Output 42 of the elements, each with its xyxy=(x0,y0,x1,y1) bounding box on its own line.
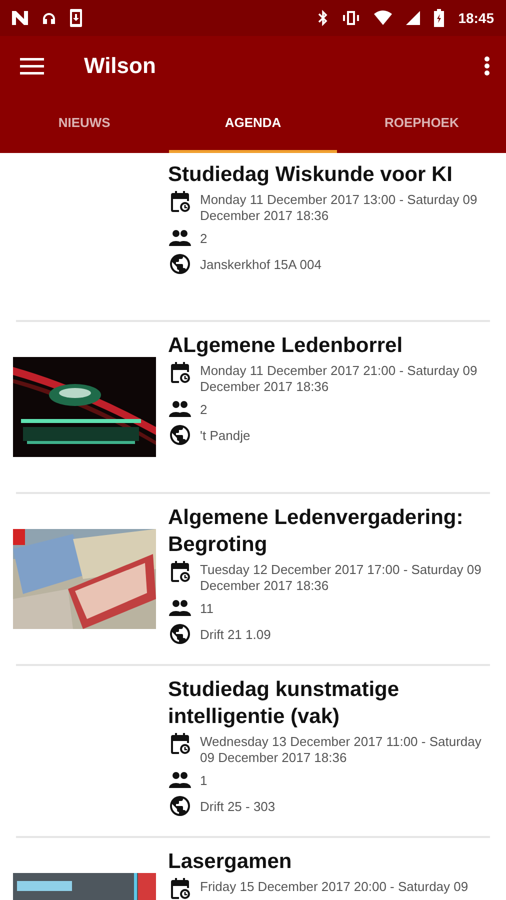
tab[interactable]: NIEUWS xyxy=(0,95,169,153)
event-location: Drift 21 1.09 xyxy=(200,626,271,643)
signal-icon xyxy=(406,11,420,25)
attendee-count: 1 xyxy=(200,772,208,789)
download-icon xyxy=(70,9,82,27)
menu-icon[interactable] xyxy=(20,56,44,74)
tab[interactable]: ROEPHOEK xyxy=(337,95,506,153)
event-date: Monday 11 December 2017 13:00 - Saturday 09 December 2017 18:36 xyxy=(200,191,478,224)
attendee-count: 2 xyxy=(200,401,208,418)
calendar-clock-icon xyxy=(168,190,192,214)
app-title: Wilson xyxy=(84,52,157,78)
calendar-clock-icon xyxy=(168,560,192,584)
vibrate-icon xyxy=(342,10,360,26)
attendee-count: 11 xyxy=(200,600,214,617)
event-location: Drift 25 - 303 xyxy=(200,798,276,815)
calendar-clock-icon xyxy=(168,361,192,385)
event-date: Monday 11 December 2017 21:00 - Saturday 09 December 2017 18:36 xyxy=(200,362,478,395)
globe-icon xyxy=(168,252,192,276)
tab[interactable]: AGENDA xyxy=(168,95,338,153)
event-title[interactable]: Studiedag kunstmatige intelligentie (vak) xyxy=(168,676,490,730)
calendar-clock-icon xyxy=(168,732,192,756)
clock-time: 18:45 xyxy=(458,10,494,26)
event-title[interactable]: Lasergamen xyxy=(168,848,490,875)
globe-icon xyxy=(168,622,192,646)
more-options-icon[interactable] xyxy=(484,56,490,76)
globe-icon xyxy=(168,794,192,818)
attendee-count: 2 xyxy=(200,230,208,247)
event-title[interactable]: ALgemene Ledenborrel xyxy=(168,332,490,359)
calendar-clock-icon xyxy=(168,877,192,900)
battery-icon xyxy=(434,9,444,27)
bluetooth-icon xyxy=(318,10,328,26)
headphones-icon xyxy=(42,11,56,25)
globe-icon xyxy=(168,423,192,447)
event-location: 't Pandje xyxy=(200,427,250,444)
event-location: Janskerkhof 15A 004 xyxy=(200,256,322,273)
event-date: Wednesday 13 December 2017 11:00 - Saturday 09 December 2017 18:36 xyxy=(200,733,482,766)
event-title[interactable]: Studiedag Wiskunde voor KI xyxy=(168,161,490,188)
event-date: Tuesday 12 December 2017 17:00 - Saturday 09 December 2017 18:36 xyxy=(200,561,482,594)
event-title[interactable]: Algemene Ledenvergadering: Begroting xyxy=(168,504,490,558)
wifi-icon xyxy=(374,10,392,26)
notification-icon xyxy=(12,11,28,25)
event-date: Friday 15 December 2017 20:00 - Saturday 09 xyxy=(200,878,468,895)
